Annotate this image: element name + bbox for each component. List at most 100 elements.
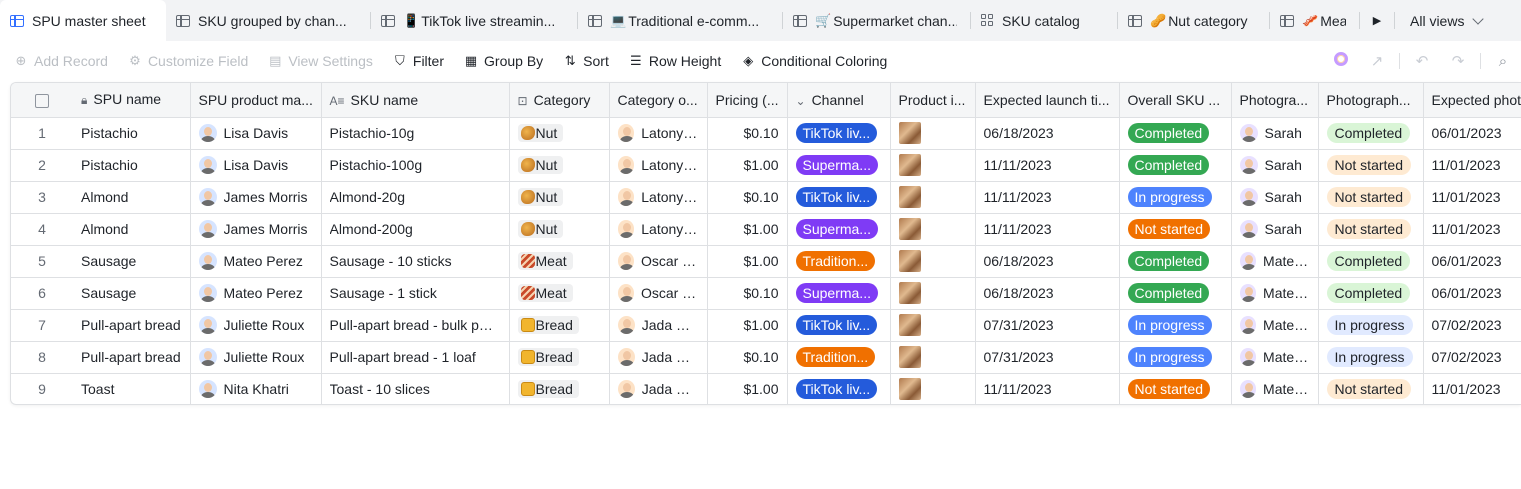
cell-sku-name[interactable]: Toast - 10 slices — [321, 373, 510, 404]
table-row[interactable]: 9 Toast Nita Khatri Toast - 10 slices Bread J… — [11, 373, 1521, 404]
select-all-checkbox[interactable] — [35, 93, 49, 108]
column-header-category-owner[interactable]: Category o... — [609, 83, 708, 118]
cell-channel[interactable]: Tradition... — [787, 245, 891, 278]
cell-product-image[interactable] — [890, 309, 976, 342]
filter-button[interactable]: ⛉ Filter — [393, 53, 444, 69]
cell-expected-photo[interactable]: 11/01/2023 — [1423, 373, 1521, 404]
view-tab[interactable]: SKU grouped by chan... — [166, 0, 371, 41]
cell-spu-manager[interactable]: James Morris — [190, 213, 322, 246]
cell-pricing[interactable]: $1.00 — [707, 149, 788, 182]
cell-expected-launch[interactable]: 11/11/2023 — [975, 181, 1120, 214]
cell-pricing[interactable]: $1.00 — [707, 245, 788, 278]
cell-category[interactable]: Nut — [509, 117, 610, 150]
cell-channel[interactable]: TikTok liv... — [787, 309, 891, 342]
product-image-thumbnail[interactable] — [898, 186, 921, 208]
share-button[interactable]: ↗ — [1359, 52, 1395, 70]
group-by-button[interactable]: ▦ Group By — [464, 53, 543, 69]
column-header-expected-launch[interactable]: Expected launch ti... — [975, 83, 1120, 118]
product-image-thumbnail[interactable] — [898, 122, 921, 144]
cell-photography[interactable]: Completed — [1318, 245, 1424, 278]
cell-sku-name[interactable]: Pull-apart bread - 1 loaf — [321, 341, 510, 374]
cell-channel[interactable]: Tradition... — [787, 341, 891, 374]
product-image-thumbnail[interactable] — [898, 378, 921, 401]
conditional-coloring-button[interactable]: ◈ Conditional Coloring — [741, 53, 887, 69]
cell-product-image[interactable] — [890, 341, 976, 374]
cell-spu-name[interactable]: Almond — [73, 213, 191, 246]
cell-overall-sku[interactable]: In progress — [1119, 341, 1232, 374]
view-settings-button[interactable]: ▤ View Settings — [268, 53, 373, 69]
cell-expected-launch[interactable]: 11/11/2023 — [975, 149, 1120, 182]
view-tab[interactable]: SKU catalog — [971, 0, 1118, 41]
cell-sku-name[interactable]: Pistachio-10g — [321, 117, 510, 150]
cell-photography[interactable]: Completed — [1318, 277, 1424, 310]
product-image-thumbnail[interactable] — [898, 218, 921, 240]
view-tab[interactable]: 📱 TikTok live streamin... — [371, 0, 578, 41]
cell-category-owner[interactable]: Jada St... — [609, 341, 708, 374]
view-tab[interactable]: 🛒 Supermarket chan... — [783, 0, 971, 41]
cell-photographer[interactable]: Mateo... — [1231, 245, 1319, 278]
column-header-product-image[interactable]: Product i... — [890, 83, 976, 118]
cell-expected-launch[interactable]: 07/31/2023 — [975, 309, 1120, 342]
cell-photography[interactable]: In progress — [1318, 309, 1424, 342]
cell-category-owner[interactable]: Latonya... — [609, 117, 708, 150]
cell-category[interactable]: Nut — [509, 213, 610, 246]
cell-category[interactable]: Nut — [509, 181, 610, 214]
table-row[interactable]: 2 Pistachio Lisa Davis Pistachio-100g Nut Lat… — [11, 149, 1521, 182]
cell-spu-name[interactable]: Pull-apart bread — [73, 341, 191, 374]
cell-category[interactable]: Meat — [509, 277, 610, 310]
cell-category-owner[interactable]: Jada St... — [609, 373, 708, 404]
cell-expected-photo[interactable]: 11/01/2023 — [1423, 213, 1521, 246]
column-header-sku-name[interactable]: A≡ SKU name — [321, 83, 510, 118]
cell-pricing[interactable]: $0.10 — [707, 117, 788, 150]
cell-sku-name[interactable]: Pull-apart bread - bulk pack — [321, 309, 510, 342]
product-image-thumbnail[interactable] — [898, 154, 921, 176]
sort-button[interactable]: ⇅ Sort — [563, 53, 609, 69]
undo-button[interactable]: ↶ — [1404, 52, 1440, 70]
cell-spu-manager[interactable]: James Morris — [190, 181, 322, 214]
table-row[interactable]: 1 Pistachio Lisa Davis Pistachio-10g Nut Lato… — [11, 117, 1521, 150]
cell-category-owner[interactable]: Jada St... — [609, 309, 708, 342]
cell-photographer[interactable]: Sarah — [1231, 149, 1319, 182]
column-header-expected-photo[interactable]: Expected photo — [1423, 83, 1521, 118]
cell-category[interactable]: Bread — [509, 309, 610, 342]
table-row[interactable]: 4 Almond James Morris Almond-200g Nut Latonya… — [11, 213, 1521, 246]
cell-channel[interactable]: TikTok liv... — [787, 181, 891, 214]
cell-spu-name[interactable]: Sausage — [73, 245, 191, 278]
cell-channel[interactable]: Superma... — [787, 149, 891, 182]
cell-channel[interactable]: Superma... — [787, 277, 891, 310]
cell-category[interactable]: Nut — [509, 149, 610, 182]
cell-spu-manager[interactable]: Juliette Roux — [190, 341, 322, 374]
cell-sku-name[interactable]: Almond-20g — [321, 181, 510, 214]
cell-spu-manager[interactable]: Nita Khatri — [190, 373, 322, 404]
cell-category-owner[interactable]: Latonya... — [609, 149, 708, 182]
table-row[interactable]: 8 Pull-apart bread Juliette Roux Pull-apart… — [11, 341, 1521, 374]
cell-channel[interactable]: Superma... — [787, 213, 891, 246]
cell-expected-launch[interactable]: 07/31/2023 — [975, 341, 1120, 374]
cell-expected-photo[interactable]: 11/01/2023 — [1423, 149, 1521, 182]
cell-spu-name[interactable]: Almond — [73, 181, 191, 214]
cell-overall-sku[interactable]: Completed — [1119, 149, 1232, 182]
cell-sku-name[interactable]: Pistachio-100g — [321, 149, 510, 182]
cell-pricing[interactable]: $1.00 — [707, 213, 788, 246]
column-header-photographer[interactable]: Photogra... — [1231, 83, 1319, 118]
column-header-photography[interactable]: Photograph... — [1318, 83, 1424, 118]
column-header-spu-manager[interactable]: SPU product ma... — [190, 83, 322, 118]
cell-overall-sku[interactable]: In progress — [1119, 181, 1232, 214]
cell-product-image[interactable] — [890, 373, 976, 404]
cell-spu-name[interactable]: Toast — [73, 373, 191, 404]
table-row[interactable]: 3 Almond James Morris Almond-20g Nut Latonya.… — [11, 181, 1521, 214]
cell-product-image[interactable] — [890, 117, 976, 150]
cell-overall-sku[interactable]: Completed — [1119, 277, 1232, 310]
column-header-spu-name[interactable]: 🔒︎ SPU name — [73, 83, 191, 118]
product-image-thumbnail[interactable] — [898, 314, 921, 336]
cell-product-image[interactable] — [890, 245, 976, 278]
all-views-dropdown[interactable]: All views — [1394, 0, 1498, 41]
table-row[interactable]: 6 Sausage Mateo Perez Sausage - 1 stick Meat… — [11, 277, 1521, 310]
cell-expected-photo[interactable]: 11/01/2023 — [1423, 181, 1521, 214]
cell-category[interactable]: Meat — [509, 245, 610, 278]
cell-photographer[interactable]: Sarah — [1231, 213, 1319, 246]
cell-category-owner[interactable]: Latonya... — [609, 181, 708, 214]
cell-pricing[interactable]: $1.00 — [707, 309, 788, 342]
cell-category-owner[interactable]: Oscar R... — [609, 277, 708, 310]
cell-overall-sku[interactable]: Completed — [1119, 245, 1232, 278]
